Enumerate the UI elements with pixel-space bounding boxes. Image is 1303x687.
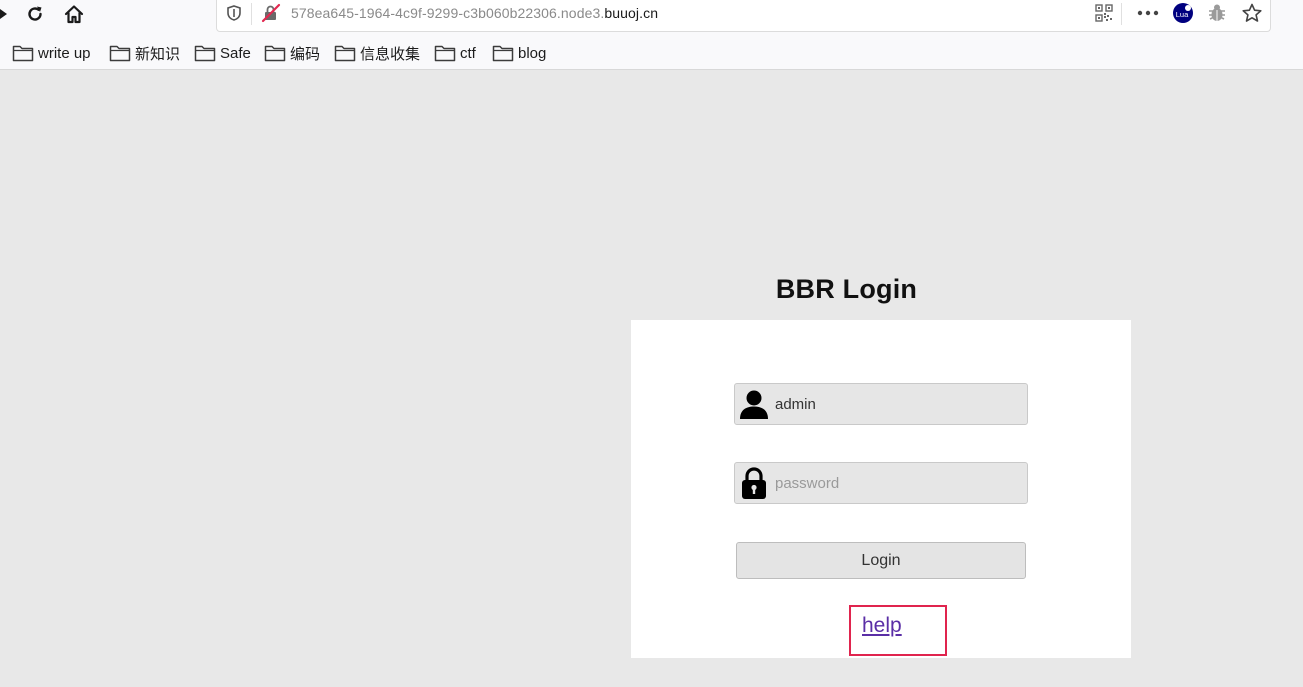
toolbar-divider — [1121, 3, 1122, 25]
reload-icon[interactable] — [23, 2, 47, 26]
bookmark-folder-ctf[interactable]: ctf — [434, 40, 476, 66]
page-title: BBR Login — [775, 274, 918, 304]
folder-icon — [194, 45, 216, 62]
lock-icon — [737, 465, 771, 501]
url-subdomain: 578ea645-1964-4c9f-9299-c3b060b22306.nod… — [291, 5, 605, 21]
forward-icon[interactable] — [0, 2, 16, 26]
folder-icon — [264, 45, 286, 62]
login-button[interactable]: Login — [736, 542, 1026, 579]
password-field[interactable] — [734, 462, 1028, 504]
login-panel: Login help — [631, 320, 1131, 658]
qr-code-icon[interactable] — [1093, 2, 1115, 24]
bookmark-folder-new-knowledge[interactable]: 新知识 — [109, 40, 180, 66]
bookmarks-bar: write up 新知识 Safe 编码 信息收集 ctf blog — [0, 40, 1303, 66]
folder-icon — [334, 45, 356, 62]
bookmark-folder-blog[interactable]: blog — [492, 40, 546, 66]
bookmark-folder-info-gathering[interactable]: 信息收集 — [334, 40, 420, 66]
bookmark-folder-write-up[interactable]: write up — [12, 40, 91, 66]
folder-icon — [12, 45, 34, 62]
address-bar[interactable]: 578ea645-1964-4c9f-9299-c3b060b22306.nod… — [216, 0, 1271, 32]
folder-icon — [492, 45, 514, 62]
user-icon — [737, 386, 771, 422]
password-input[interactable] — [775, 463, 1025, 503]
lua-badge-text: Lua — [1176, 10, 1189, 19]
insecure-connection-icon[interactable] — [260, 2, 282, 24]
bookmark-label: 新知识 — [135, 45, 181, 63]
url-divider — [251, 3, 252, 25]
bookmark-label: write up — [38, 44, 91, 62]
lua-extension-icon[interactable]: Lua — [1172, 2, 1194, 24]
folder-icon — [109, 45, 131, 62]
help-highlight-box: help — [849, 605, 947, 656]
bookmark-folder-safe[interactable]: Safe — [194, 40, 251, 66]
more-actions-icon[interactable] — [1137, 2, 1159, 24]
bookmark-label: Safe — [220, 44, 251, 62]
url-text[interactable]: 578ea645-1964-4c9f-9299-c3b060b22306.nod… — [291, 5, 658, 21]
home-icon[interactable] — [62, 2, 86, 26]
help-link[interactable]: help — [862, 614, 902, 638]
bookmark-label: blog — [518, 44, 547, 62]
bookmark-star-icon[interactable] — [1241, 2, 1263, 24]
url-domain: buuoj.cn — [604, 5, 659, 21]
folder-icon — [434, 45, 456, 62]
bookmark-label: 编码 — [290, 45, 321, 63]
bookmark-label: 信息收集 — [360, 45, 421, 63]
browser-toolbar: 578ea645-1964-4c9f-9299-c3b060b22306.nod… — [0, 0, 1303, 70]
tracking-shield-icon[interactable] — [223, 2, 245, 24]
bookmark-label: ctf — [460, 44, 476, 62]
bug-extension-icon[interactable] — [1206, 2, 1228, 24]
username-field[interactable] — [734, 383, 1028, 425]
bookmark-folder-encoding[interactable]: 编码 — [264, 40, 320, 66]
username-input[interactable] — [775, 384, 1025, 424]
